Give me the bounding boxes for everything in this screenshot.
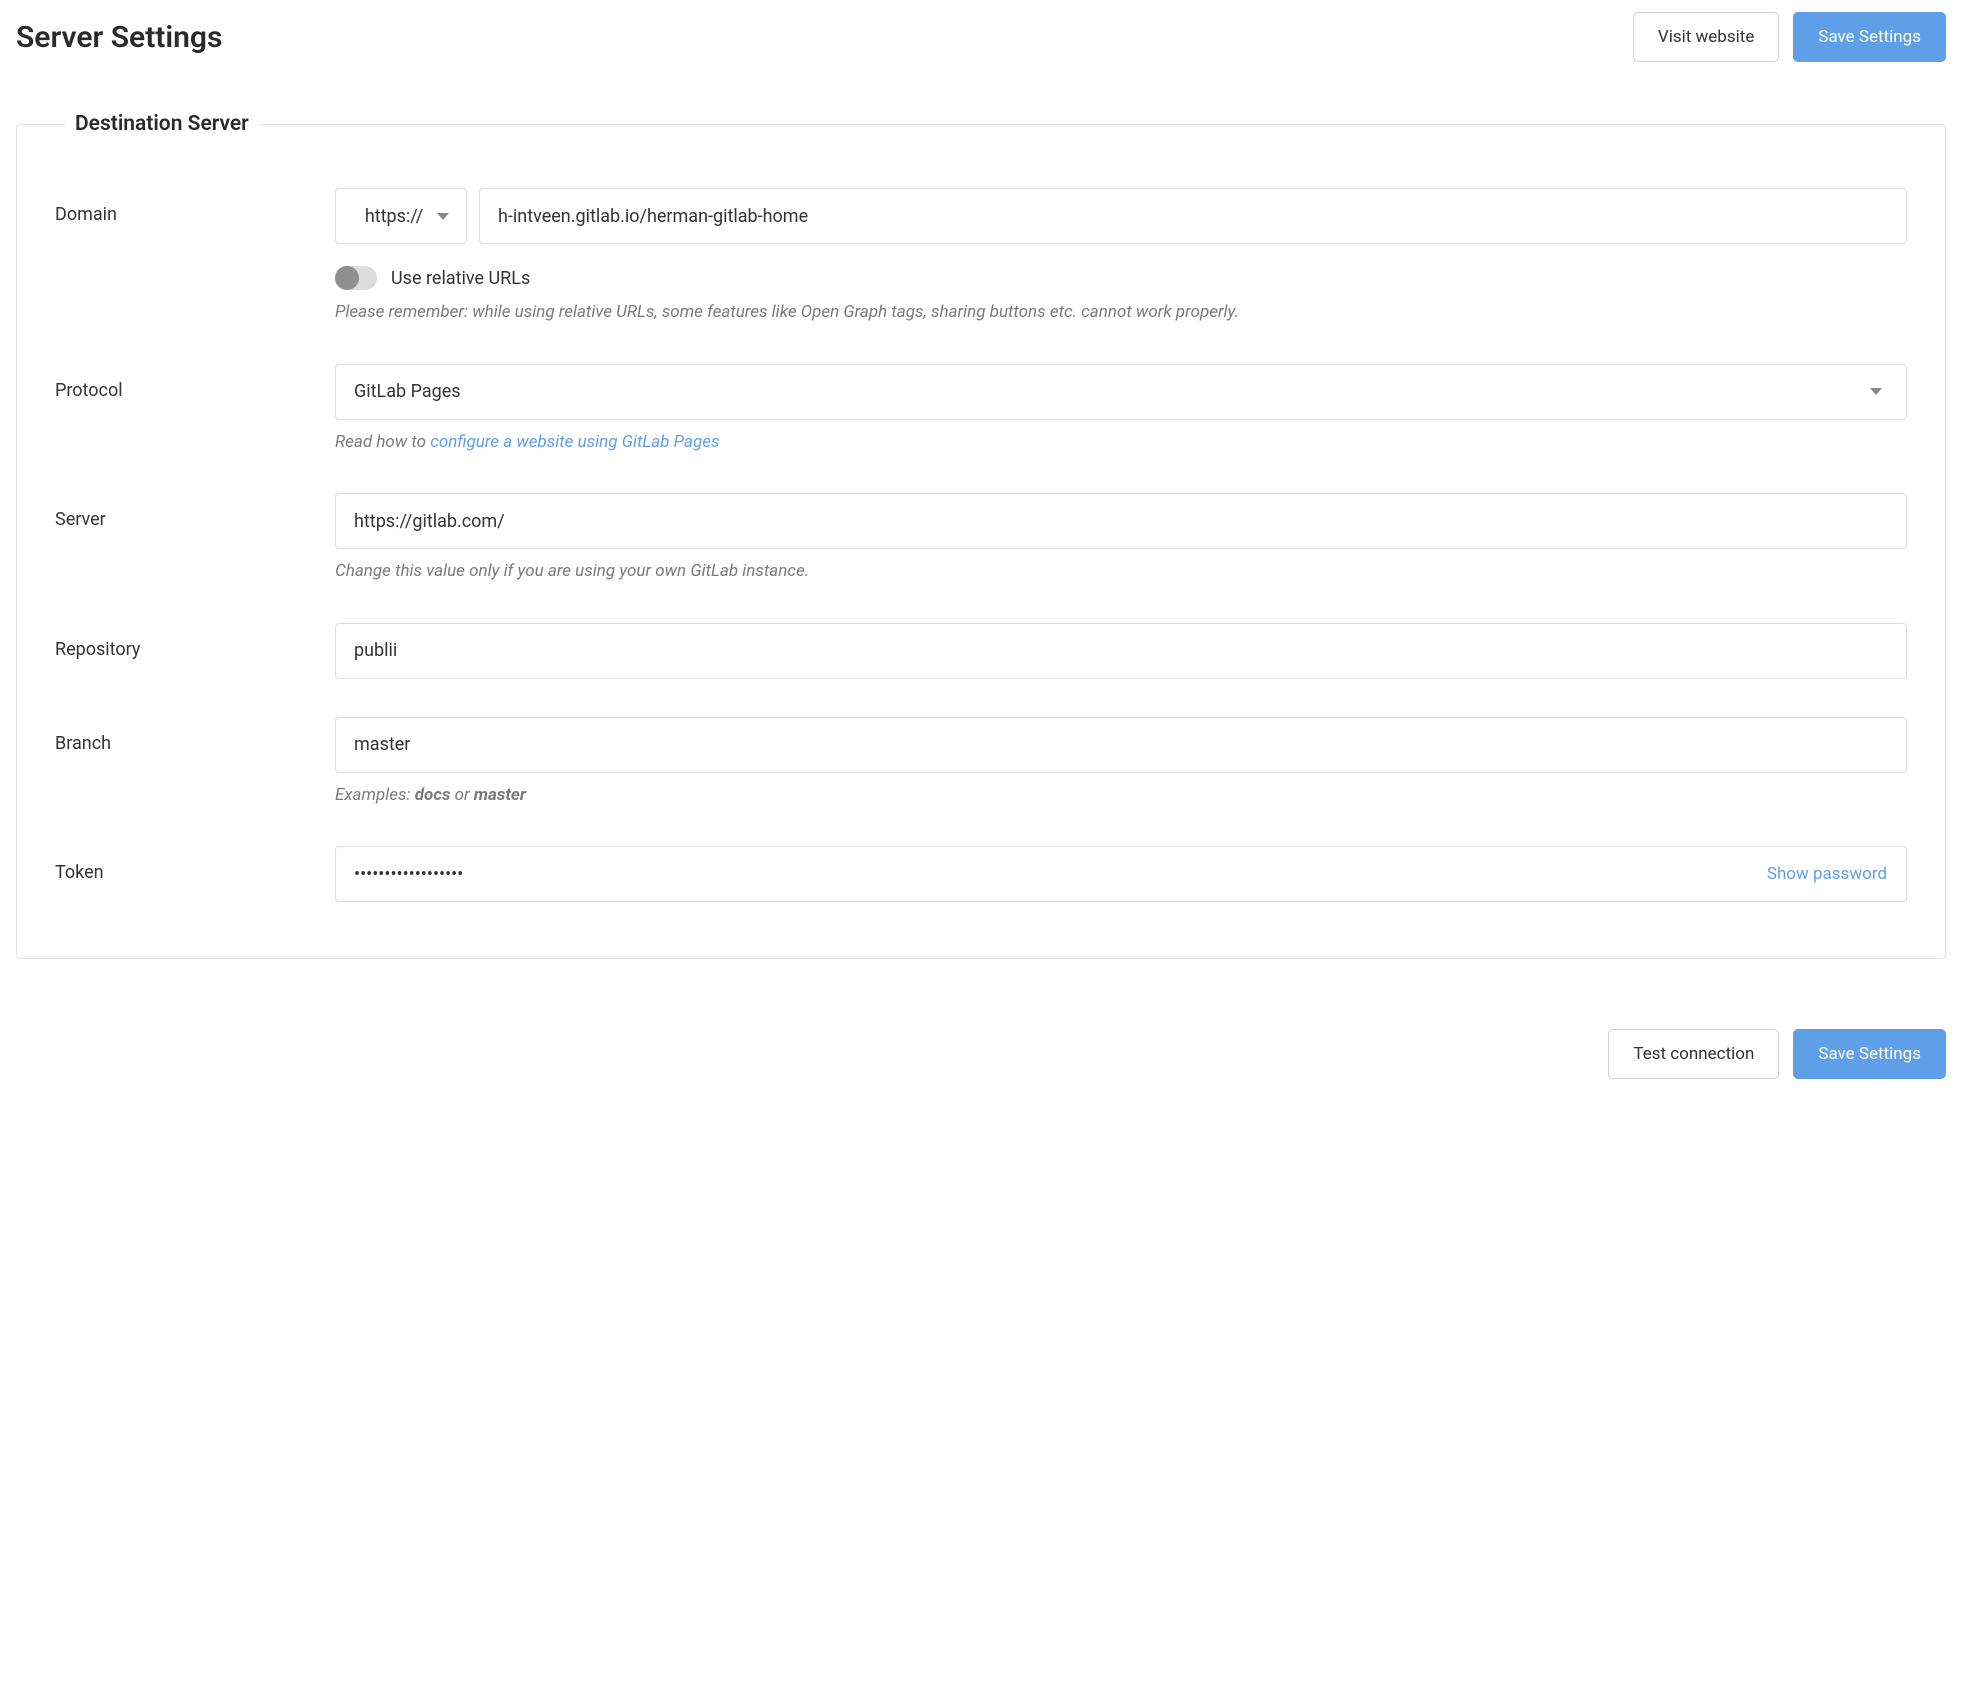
domain-input-col: https:// Use relative URLs Please rememb…	[335, 188, 1907, 326]
protocol-input-col: GitLab Pages Read how to configure a web…	[335, 364, 1907, 456]
show-password-button[interactable]: Show password	[1767, 864, 1887, 884]
branch-hint-ex1: docs	[415, 785, 451, 805]
save-settings-footer-button[interactable]: Save Settings	[1793, 1029, 1946, 1079]
protocol-select[interactable]: GitLab Pages	[335, 364, 1907, 420]
branch-label: Branch	[55, 717, 335, 754]
branch-hint-or: or	[450, 785, 473, 805]
domain-row: Domain https:// Use relative URLs Please…	[55, 188, 1907, 326]
server-label: Server	[55, 493, 335, 530]
destination-server-panel: Destination Server Domain https:// Use r…	[16, 112, 1946, 959]
token-label: Token	[55, 846, 335, 883]
protocol-hint: Read how to configure a website using Gi…	[335, 430, 1907, 456]
branch-hint: Examples: docs or master	[335, 783, 1907, 809]
repository-row: Repository	[55, 623, 1907, 679]
test-connection-button[interactable]: Test connection	[1608, 1029, 1779, 1079]
repository-label: Repository	[55, 623, 335, 660]
server-input-col: Change this value only if you are using …	[335, 493, 1907, 585]
branch-hint-prefix: Examples:	[335, 785, 415, 805]
token-input-col: Show password	[335, 846, 1907, 902]
visit-website-button[interactable]: Visit website	[1633, 12, 1779, 62]
relative-urls-hint: Please remember: while using relative UR…	[335, 300, 1907, 326]
domain-label: Domain	[55, 188, 335, 225]
protocol-row: Protocol GitLab Pages Read how to config…	[55, 364, 1907, 456]
domain-input[interactable]	[479, 188, 1907, 244]
page-title: Server Settings	[16, 20, 222, 55]
relative-urls-label: Use relative URLs	[391, 268, 530, 289]
branch-row: Branch Examples: docs or master	[55, 717, 1907, 809]
branch-hint-ex2: master	[474, 785, 526, 805]
protocol-value: GitLab Pages	[354, 381, 461, 402]
domain-scheme-select[interactable]: https://	[335, 188, 467, 244]
header-button-group: Visit website Save Settings	[1633, 12, 1946, 62]
protocol-label: Protocol	[55, 364, 335, 401]
branch-input[interactable]	[335, 717, 1907, 773]
protocol-hint-link[interactable]: configure a website using GitLab Pages	[430, 432, 719, 452]
server-hint: Change this value only if you are using …	[335, 559, 1907, 585]
page-header: Server Settings Visit website Save Setti…	[16, 12, 1946, 62]
domain-scheme-value: https://	[353, 206, 423, 227]
repository-input[interactable]	[335, 623, 1907, 679]
server-input[interactable]	[335, 493, 1907, 549]
protocol-hint-prefix: Read how to	[335, 432, 430, 452]
repository-input-col	[335, 623, 1907, 679]
save-settings-button[interactable]: Save Settings	[1793, 12, 1946, 62]
footer-button-group: Test connection Save Settings	[16, 1029, 1946, 1079]
server-row: Server Change this value only if you are…	[55, 493, 1907, 585]
token-row: Token Show password	[55, 846, 1907, 902]
token-input[interactable]	[335, 846, 1907, 902]
toggle-knob	[335, 266, 359, 290]
chevron-down-icon	[437, 213, 449, 220]
branch-input-col: Examples: docs or master	[335, 717, 1907, 809]
chevron-down-icon	[1870, 388, 1882, 395]
panel-title: Destination Server	[65, 112, 259, 136]
relative-urls-toggle[interactable]	[335, 266, 377, 290]
